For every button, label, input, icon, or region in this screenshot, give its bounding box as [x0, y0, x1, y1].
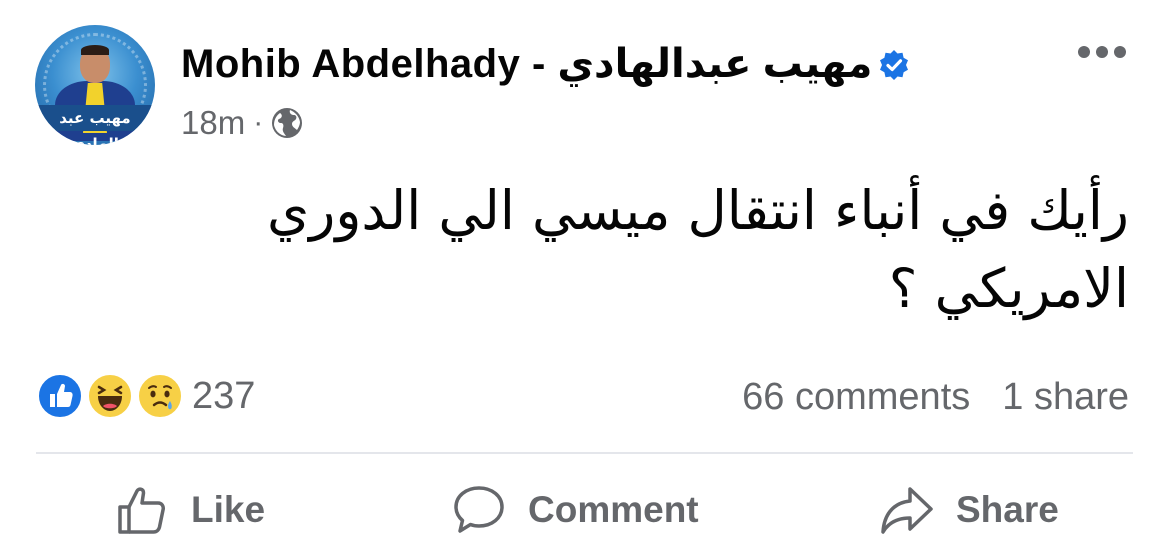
reaction-count[interactable]: 237: [192, 375, 255, 418]
share-button[interactable]: Share: [880, 478, 1059, 542]
thumbs-up-icon: [118, 487, 165, 534]
reaction-icons: [36, 372, 184, 420]
comment-label: Comment: [528, 489, 699, 530]
shares-count[interactable]: 1 share: [1002, 376, 1129, 419]
reactions-summary[interactable]: 237: [36, 372, 255, 420]
verified-badge-icon: [878, 49, 910, 81]
action-bar: Like Comment Share: [0, 478, 1169, 542]
like-button[interactable]: Like: [115, 478, 265, 542]
engagement-counts: 66 comments 1 share: [742, 374, 1129, 420]
post-timestamp[interactable]: 18m: [181, 104, 245, 142]
avatar[interactable]: مهيب عبد الهادي: [35, 25, 155, 145]
post-meta: 18m ·: [181, 103, 303, 143]
globe-icon[interactable]: [271, 107, 303, 139]
avatar-caption: مهيب عبد الهادي: [35, 105, 155, 145]
more-options-icon[interactable]: [1078, 45, 1130, 59]
like-label: Like: [191, 489, 266, 530]
meta-separator: ·: [253, 106, 264, 139]
author-row: Mohib Abdelhady - مهيب عبدالهادي: [181, 40, 910, 88]
like-reaction-icon: [36, 372, 84, 420]
author-name[interactable]: Mohib Abdelhady - مهيب عبدالهادي: [181, 41, 872, 87]
sad-reaction-icon: [136, 372, 184, 420]
haha-reaction-icon: [86, 372, 134, 420]
avatar-hair: [81, 45, 109, 55]
divider: [36, 452, 1133, 454]
comment-bubble-icon: [454, 486, 504, 533]
share-label: Share: [956, 489, 1059, 530]
comment-button[interactable]: Comment: [452, 478, 699, 542]
post-text: رأيك في أنباء انتقال ميسي الي الدوري الا…: [266, 179, 1129, 320]
share-arrow-icon: [881, 487, 933, 534]
comments-count[interactable]: 66 comments: [742, 376, 970, 419]
